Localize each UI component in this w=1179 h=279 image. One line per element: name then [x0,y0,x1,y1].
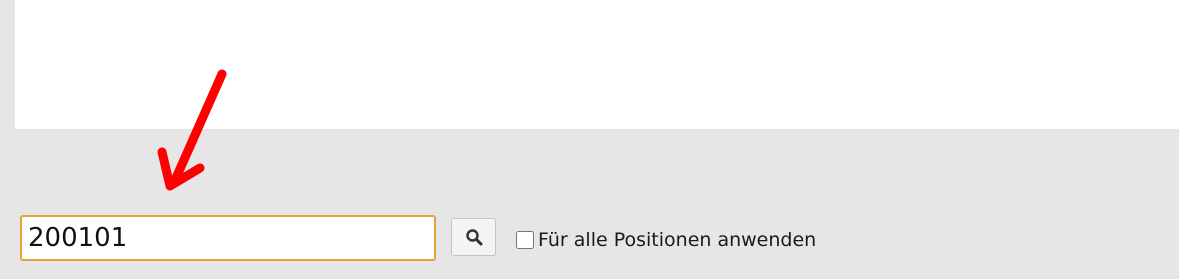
search-icon [465,229,482,246]
search-button[interactable] [451,218,496,256]
apply-all-checkbox[interactable] [516,231,534,249]
search-input[interactable] [20,215,436,261]
search-toolbar: Für alle Positionen anwenden [0,212,1179,264]
apply-all-label: Für alle Positionen anwenden [538,229,817,251]
apply-all-option[interactable]: Für alle Positionen anwenden [515,227,816,253]
content-panel [15,0,1179,129]
